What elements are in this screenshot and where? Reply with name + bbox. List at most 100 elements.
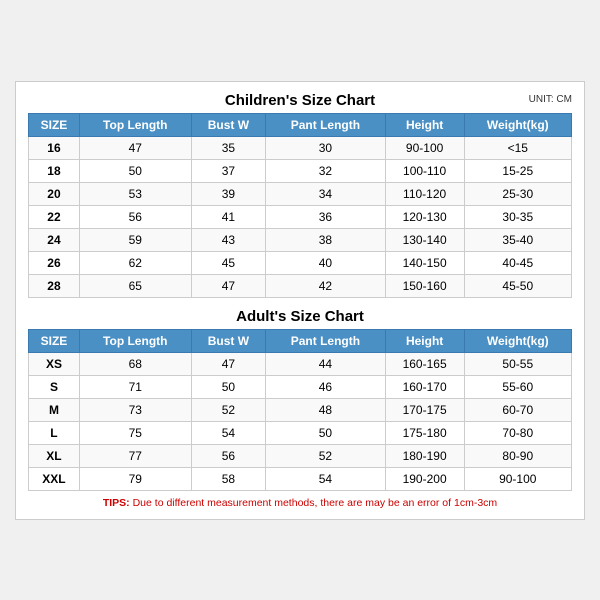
children-header-cell: Weight(kg) bbox=[464, 113, 571, 136]
table-cell: 53 bbox=[79, 182, 191, 205]
adults-header-row: SIZETop LengthBust WPant LengthHeightWei… bbox=[29, 329, 572, 352]
table-cell: 47 bbox=[191, 352, 266, 375]
table-cell: 79 bbox=[79, 467, 191, 490]
table-cell: 68 bbox=[79, 352, 191, 375]
table-cell: 56 bbox=[79, 205, 191, 228]
table-row: XL775652180-19080-90 bbox=[29, 444, 572, 467]
table-cell: 41 bbox=[191, 205, 266, 228]
table-cell: 130-140 bbox=[385, 228, 464, 251]
table-cell: 60-70 bbox=[464, 398, 571, 421]
table-cell: 28 bbox=[29, 274, 80, 297]
table-cell: 30 bbox=[266, 136, 386, 159]
table-cell: 45 bbox=[191, 251, 266, 274]
table-cell: XL bbox=[29, 444, 80, 467]
table-cell: 55-60 bbox=[464, 375, 571, 398]
children-title: Children's Size Chart bbox=[225, 92, 375, 109]
adults-header-cell: Top Length bbox=[79, 329, 191, 352]
table-cell: 65 bbox=[79, 274, 191, 297]
table-cell: 80-90 bbox=[464, 444, 571, 467]
table-cell: XS bbox=[29, 352, 80, 375]
table-cell: 39 bbox=[191, 182, 266, 205]
table-cell: 50 bbox=[266, 421, 386, 444]
table-cell: 160-165 bbox=[385, 352, 464, 375]
table-cell: 47 bbox=[191, 274, 266, 297]
table-cell: 25-30 bbox=[464, 182, 571, 205]
table-cell: 170-175 bbox=[385, 398, 464, 421]
table-cell: 16 bbox=[29, 136, 80, 159]
table-cell: 20 bbox=[29, 182, 80, 205]
table-cell: 120-130 bbox=[385, 205, 464, 228]
table-cell: 47 bbox=[79, 136, 191, 159]
table-cell: 77 bbox=[79, 444, 191, 467]
children-header-cell: Height bbox=[385, 113, 464, 136]
table-cell: 35 bbox=[191, 136, 266, 159]
size-chart-container: Children's Size Chart UNIT: CM SIZETop L… bbox=[15, 81, 585, 520]
table-cell: 90-100 bbox=[464, 467, 571, 490]
table-cell: 44 bbox=[266, 352, 386, 375]
table-cell: 18 bbox=[29, 159, 80, 182]
children-header-cell: Bust W bbox=[191, 113, 266, 136]
table-cell: 30-35 bbox=[464, 205, 571, 228]
unit-label: UNIT: CM bbox=[529, 94, 572, 105]
table-cell: 62 bbox=[79, 251, 191, 274]
table-cell: 52 bbox=[266, 444, 386, 467]
adults-header-cell: Weight(kg) bbox=[464, 329, 571, 352]
children-header-cell: Pant Length bbox=[266, 113, 386, 136]
table-cell: L bbox=[29, 421, 80, 444]
table-row: XS684744160-16550-55 bbox=[29, 352, 572, 375]
table-row: 28654742150-16045-50 bbox=[29, 274, 572, 297]
table-cell: S bbox=[29, 375, 80, 398]
table-cell: 45-50 bbox=[464, 274, 571, 297]
adults-title-row: Adult's Size Chart bbox=[28, 308, 572, 325]
table-cell: 43 bbox=[191, 228, 266, 251]
table-row: 20533934110-12025-30 bbox=[29, 182, 572, 205]
table-cell: 26 bbox=[29, 251, 80, 274]
table-cell: 48 bbox=[266, 398, 386, 421]
adults-table: SIZETop LengthBust WPant LengthHeightWei… bbox=[28, 329, 572, 491]
table-row: XXL795854190-20090-100 bbox=[29, 467, 572, 490]
table-cell: 160-170 bbox=[385, 375, 464, 398]
table-row: 26624540140-15040-45 bbox=[29, 251, 572, 274]
table-cell: 38 bbox=[266, 228, 386, 251]
table-cell: 190-200 bbox=[385, 467, 464, 490]
adults-header-cell: Bust W bbox=[191, 329, 266, 352]
table-cell: 75 bbox=[79, 421, 191, 444]
table-cell: M bbox=[29, 398, 80, 421]
table-cell: 40 bbox=[266, 251, 386, 274]
table-cell: 140-150 bbox=[385, 251, 464, 274]
table-cell: XXL bbox=[29, 467, 80, 490]
table-cell: 54 bbox=[191, 421, 266, 444]
table-row: L755450175-18070-80 bbox=[29, 421, 572, 444]
table-cell: 50 bbox=[79, 159, 191, 182]
tips-label: TIPS: bbox=[103, 497, 130, 509]
table-cell: 50-55 bbox=[464, 352, 571, 375]
table-cell: 40-45 bbox=[464, 251, 571, 274]
table-row: 1647353090-100<15 bbox=[29, 136, 572, 159]
table-cell: <15 bbox=[464, 136, 571, 159]
table-cell: 42 bbox=[266, 274, 386, 297]
table-cell: 52 bbox=[191, 398, 266, 421]
table-cell: 110-120 bbox=[385, 182, 464, 205]
table-cell: 58 bbox=[191, 467, 266, 490]
table-cell: 73 bbox=[79, 398, 191, 421]
children-header-row: SIZETop LengthBust WPant LengthHeightWei… bbox=[29, 113, 572, 136]
children-title-row: Children's Size Chart UNIT: CM bbox=[28, 92, 572, 109]
table-cell: 100-110 bbox=[385, 159, 464, 182]
table-cell: 56 bbox=[191, 444, 266, 467]
table-cell: 71 bbox=[79, 375, 191, 398]
children-table: SIZETop LengthBust WPant LengthHeightWei… bbox=[28, 113, 572, 298]
table-row: S715046160-17055-60 bbox=[29, 375, 572, 398]
table-row: M735248170-17560-70 bbox=[29, 398, 572, 421]
table-cell: 15-25 bbox=[464, 159, 571, 182]
table-row: 22564136120-13030-35 bbox=[29, 205, 572, 228]
table-row: 18503732100-11015-25 bbox=[29, 159, 572, 182]
adults-header-cell: Pant Length bbox=[266, 329, 386, 352]
table-cell: 24 bbox=[29, 228, 80, 251]
children-header-cell: SIZE bbox=[29, 113, 80, 136]
adults-header-cell: SIZE bbox=[29, 329, 80, 352]
tips-row: TIPS: Due to different measurement metho… bbox=[28, 497, 572, 509]
table-row: 24594338130-14035-40 bbox=[29, 228, 572, 251]
table-cell: 46 bbox=[266, 375, 386, 398]
table-cell: 36 bbox=[266, 205, 386, 228]
table-cell: 32 bbox=[266, 159, 386, 182]
